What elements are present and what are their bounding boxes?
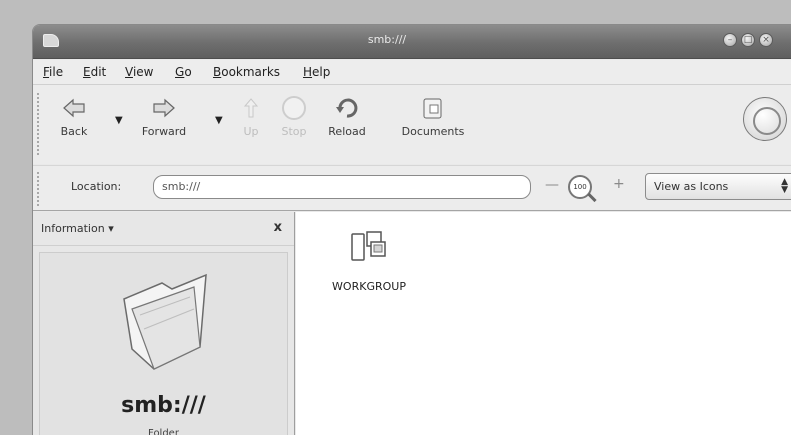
- location-grip[interactable]: [37, 172, 39, 206]
- network-workgroup-icon: [314, 230, 424, 272]
- reload-icon: [317, 91, 377, 125]
- reload-label: Reload: [328, 125, 366, 138]
- location-label: Location:: [71, 180, 122, 193]
- documents-button[interactable]: Documents: [383, 91, 483, 138]
- forward-button[interactable]: Forward: [129, 91, 199, 138]
- menu-file[interactable]: File: [43, 65, 63, 79]
- stop-button[interactable]: Stop: [271, 91, 317, 138]
- location-name: smb:///: [121, 393, 206, 418]
- zoom-out-button[interactable]: —: [545, 177, 559, 193]
- stop-label: Stop: [281, 125, 307, 138]
- toolbar-grip[interactable]: [37, 93, 39, 155]
- forward-label: Forward: [141, 125, 187, 138]
- up-button[interactable]: Up: [231, 91, 271, 138]
- forward-history-caret[interactable]: ▼: [215, 115, 223, 126]
- menu-edit[interactable]: Edit: [83, 65, 106, 79]
- location-type: Folder: [148, 428, 179, 435]
- menu-help[interactable]: Help: [303, 65, 330, 79]
- information-panel: smb:/// Folder: [39, 252, 288, 435]
- menu-bookmarks[interactable]: Bookmarks: [213, 65, 280, 79]
- activity-throbber-icon: [743, 97, 787, 141]
- select-arrows-icon: ▲ ▼: [781, 177, 788, 195]
- forward-arrow-icon: [129, 91, 199, 125]
- side-pane-header: Information ▾ x: [33, 212, 294, 246]
- title-bar[interactable]: smb:/// – □ ×: [33, 25, 791, 59]
- side-pane-selector[interactable]: Information ▾: [41, 222, 114, 235]
- view-mode-select[interactable]: View as Icons ▲ ▼: [645, 173, 791, 200]
- documents-folder-icon: [383, 91, 483, 125]
- back-arrow-icon: [49, 91, 99, 125]
- main-toolbar: Back ▼ Forward ▼ Up Stop Reload Document…: [33, 84, 791, 164]
- item-name: WORKGROUP: [332, 280, 406, 293]
- file-manager-window: smb:/// – □ × File Edit View Go Bookmark…: [32, 24, 791, 435]
- zoom-level-text: 100: [573, 183, 587, 191]
- menu-go[interactable]: Go: [175, 65, 192, 79]
- maximize-button[interactable]: □: [741, 33, 755, 47]
- minimize-button[interactable]: –: [723, 33, 737, 47]
- zoom-level-button[interactable]: 100: [568, 175, 592, 199]
- back-label: Back: [60, 125, 88, 138]
- zoom-in-button[interactable]: +: [613, 176, 625, 192]
- up-arrow-icon: [231, 91, 271, 125]
- side-pane-close-button[interactable]: x: [274, 220, 282, 235]
- menu-bar: File Edit View Go Bookmarks Help: [33, 60, 791, 84]
- documents-label: Documents: [401, 125, 465, 138]
- stop-icon: [271, 91, 317, 125]
- workgroup-item[interactable]: WORKGROUP: [314, 230, 424, 293]
- side-pane-title: Information: [41, 222, 105, 235]
- location-bar: Location: smb:/// — 100 + View as Icons …: [33, 165, 791, 211]
- location-input[interactable]: smb:///: [153, 175, 531, 199]
- icon-view[interactable]: WORKGROUP: [296, 212, 791, 435]
- up-label: Up: [243, 125, 259, 138]
- chevron-down-icon: ▾: [108, 222, 114, 235]
- view-mode-value: View as Icons: [654, 180, 729, 193]
- reload-button[interactable]: Reload: [317, 91, 377, 138]
- side-pane: Information ▾ x smb:/// Folder: [33, 212, 295, 435]
- close-button[interactable]: ×: [759, 33, 773, 47]
- window-title: smb:///: [367, 33, 407, 46]
- menu-view[interactable]: View: [125, 65, 153, 79]
- back-button[interactable]: Back: [49, 91, 99, 138]
- folder-icon: [114, 269, 214, 383]
- back-history-caret[interactable]: ▼: [115, 115, 123, 126]
